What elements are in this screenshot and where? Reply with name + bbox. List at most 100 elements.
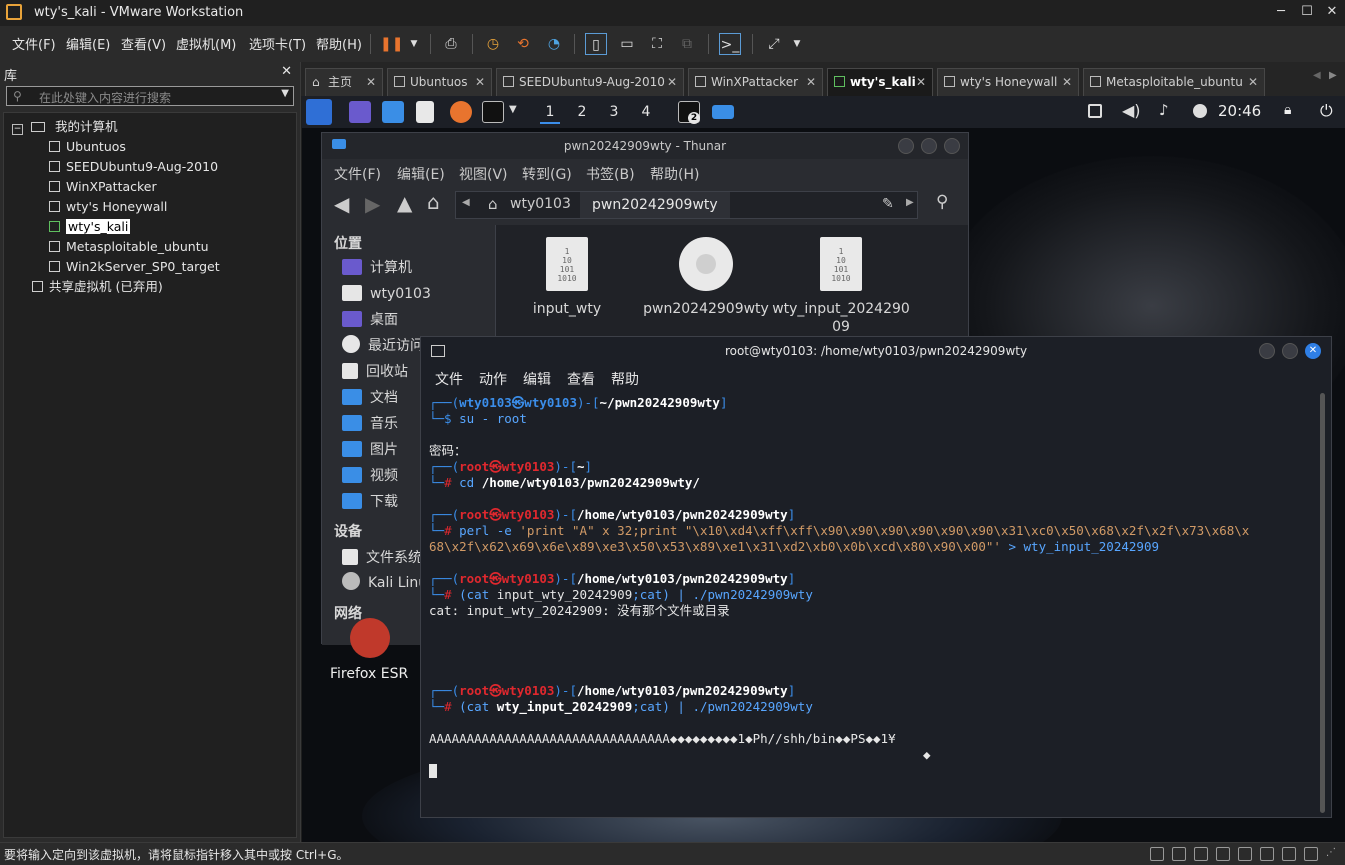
search-icon[interactable]: ⚲ bbox=[936, 192, 948, 212]
tab-close-icon[interactable]: ✕ bbox=[1248, 69, 1258, 95]
show-desktop-icon[interactable] bbox=[349, 101, 371, 123]
folder-task-icon[interactable] bbox=[712, 105, 734, 119]
thunar-menu-go[interactable]: 转到(G) bbox=[522, 164, 572, 184]
tab-kali[interactable]: wty's_kali ✕ bbox=[827, 68, 933, 96]
snapshot-manager-icon[interactable]: ◔ bbox=[543, 33, 565, 55]
chevron-down-icon[interactable]: ▼ bbox=[403, 33, 425, 55]
terminal-menu-help[interactable]: 帮助 bbox=[611, 369, 639, 389]
tab-ubuntuos[interactable]: Ubuntuos ✕ bbox=[387, 68, 492, 96]
tree-vm-honeywall[interactable]: wty's Honeywall bbox=[49, 198, 167, 216]
firefox-icon[interactable] bbox=[450, 101, 472, 123]
tree-vm-ubuntuos[interactable]: Ubuntuos bbox=[49, 138, 126, 156]
path-scroll-left-icon[interactable]: ◀ bbox=[462, 197, 470, 208]
thunar-menu-file[interactable]: 文件(F) bbox=[334, 164, 381, 184]
thunar-menu-help[interactable]: 帮助(H) bbox=[650, 164, 699, 184]
notification-bell-icon[interactable]: ♪ bbox=[1159, 101, 1169, 119]
logout-icon[interactable]: ⏻ bbox=[1320, 101, 1333, 121]
tab-winxpattacker[interactable]: WinXPattacker ✕ bbox=[688, 68, 823, 96]
menu-tabs[interactable]: 选项卡(T) bbox=[249, 34, 306, 53]
binary-file-icon[interactable]: 1 10 101 1010 bbox=[546, 237, 588, 291]
close-icon[interactable]: ✕ bbox=[1321, 3, 1343, 21]
side-home[interactable]: wty0103 bbox=[342, 283, 431, 305]
tab-close-icon[interactable]: ✕ bbox=[806, 69, 816, 95]
unity-icon[interactable]: ⧉ bbox=[676, 33, 698, 55]
menu-file[interactable]: 文件(F) bbox=[12, 34, 56, 53]
minimize-icon[interactable]: ─ bbox=[1270, 3, 1292, 21]
pause-icon[interactable]: ❚❚ bbox=[380, 33, 403, 55]
menu-vm[interactable]: 虚拟机(M) bbox=[176, 34, 236, 53]
up-icon[interactable]: ▲ bbox=[397, 191, 412, 215]
side-pictures[interactable]: 图片 bbox=[342, 439, 398, 461]
side-music[interactable]: 音乐 bbox=[342, 413, 398, 435]
revert-snapshot-icon[interactable]: ⟲ bbox=[512, 33, 534, 55]
side-documents[interactable]: 文档 bbox=[342, 387, 398, 409]
back-icon[interactable]: ◀ bbox=[334, 192, 349, 216]
search-dropdown-icon[interactable]: ▼ bbox=[281, 88, 289, 99]
tree-vm-winxpattacker[interactable]: WinXPattacker bbox=[49, 178, 157, 196]
cdrom-status-icon[interactable] bbox=[1172, 847, 1186, 861]
file-label[interactable]: wty_input_2024290 bbox=[771, 301, 911, 317]
tab-scroll-left-icon[interactable]: ◀ bbox=[1313, 70, 1321, 81]
tab-seedubuntu[interactable]: SEEDUbuntu9-Aug-2010 ✕ bbox=[496, 68, 684, 96]
collapse-icon[interactable]: − bbox=[12, 124, 23, 135]
side-videos[interactable]: 视频 bbox=[342, 465, 398, 487]
sound-status-icon[interactable] bbox=[1238, 847, 1252, 861]
firefox-desktop-icon[interactable] bbox=[350, 618, 390, 658]
tab-honeywall[interactable]: wty's Honeywall ✕ bbox=[937, 68, 1079, 96]
fullscreen-icon[interactable]: ⛶ bbox=[646, 33, 668, 55]
display-status-icon[interactable] bbox=[1282, 847, 1296, 861]
path-scroll-right-icon[interactable]: ▶ bbox=[906, 197, 914, 208]
library-toggle-icon[interactable]: ▯ bbox=[585, 33, 607, 55]
workspace-1[interactable]: 1 bbox=[540, 102, 560, 124]
tab-close-icon[interactable]: ✕ bbox=[1062, 69, 1072, 95]
maximize-icon[interactable]: ☐ bbox=[1296, 3, 1318, 21]
path-segment-current[interactable]: pwn20242909wty bbox=[580, 192, 730, 218]
terminal-scrollbar[interactable] bbox=[1320, 393, 1325, 813]
terminal-menu-file[interactable]: 文件 bbox=[435, 369, 463, 389]
thumbnail-icon[interactable]: ▭ bbox=[616, 33, 638, 55]
power-manager-icon[interactable] bbox=[1193, 104, 1207, 118]
terminal-launcher-icon[interactable] bbox=[482, 101, 504, 123]
workspace-4[interactable]: 4 bbox=[636, 102, 656, 122]
tab-home[interactable]: ⌂ 主页 ✕ bbox=[305, 68, 383, 96]
tree-vm-kali[interactable]: wty's_kali bbox=[49, 218, 131, 236]
tab-close-icon[interactable]: ✕ bbox=[475, 69, 485, 95]
side-trash[interactable]: 回收站 bbox=[342, 361, 408, 383]
thunar-close-button[interactable] bbox=[944, 138, 960, 154]
thunar-maximize-button[interactable] bbox=[921, 138, 937, 154]
home-icon[interactable]: ⌂ bbox=[427, 190, 440, 214]
binary-file-icon[interactable]: 1 10 101 1010 bbox=[820, 237, 862, 291]
path-segment-home[interactable]: wty0103 bbox=[510, 196, 571, 212]
text-editor-icon[interactable] bbox=[416, 101, 434, 123]
thunar-menu-bookmarks[interactable]: 书签(B) bbox=[586, 164, 635, 184]
tree-vm-metasploitable[interactable]: Metasploitable_ubuntu bbox=[49, 238, 209, 256]
network-status-icon[interactable] bbox=[1194, 847, 1208, 861]
menu-edit[interactable]: 编辑(E) bbox=[66, 34, 110, 53]
send-keys-icon[interactable]: ⎙ bbox=[440, 33, 462, 55]
tab-close-icon[interactable]: ✕ bbox=[916, 69, 926, 95]
volume-icon[interactable]: ◀) bbox=[1122, 101, 1141, 120]
firefox-desktop-label[interactable]: Firefox ESR bbox=[330, 666, 408, 682]
kali-menu-icon[interactable] bbox=[306, 99, 332, 125]
hdd-status-icon[interactable] bbox=[1150, 847, 1164, 861]
vm-screen[interactable]: ▼ 1 2 3 4 2 ◀) ♪ 20:46 🔒︎ ⏻ pwn20242909w… bbox=[302, 96, 1345, 842]
workspace-3[interactable]: 3 bbox=[604, 102, 624, 122]
edit-path-icon[interactable]: ✎ bbox=[882, 196, 894, 212]
terminal-menu-view[interactable]: 查看 bbox=[567, 369, 595, 389]
tab-metasploitable[interactable]: Metasploitable_ubuntu ✕ bbox=[1083, 68, 1265, 96]
usb-status-icon[interactable] bbox=[1216, 847, 1230, 861]
console-view-icon[interactable]: >_ bbox=[719, 33, 741, 55]
executable-gear-icon[interactable] bbox=[679, 237, 733, 291]
message-status-icon[interactable] bbox=[1304, 847, 1318, 861]
stretch-dropdown-icon[interactable]: ▼ bbox=[786, 33, 808, 55]
tree-root[interactable]: − 我的计算机 bbox=[12, 118, 117, 136]
lock-icon[interactable]: 🔒︎ bbox=[1284, 102, 1291, 118]
terminal-menu-actions[interactable]: 动作 bbox=[479, 369, 507, 389]
tab-close-icon[interactable]: ✕ bbox=[667, 69, 677, 95]
launcher-dropdown-icon[interactable]: ▼ bbox=[509, 104, 517, 115]
file-manager-icon[interactable] bbox=[382, 101, 404, 123]
menu-help[interactable]: 帮助(H) bbox=[316, 34, 362, 53]
file-label[interactable]: input_wty bbox=[497, 301, 637, 317]
terminal-output[interactable]: ┌──(wty0103㉿wty0103)-[~/pwn20242909wty] … bbox=[429, 395, 1309, 815]
tree-vm-win2k[interactable]: Win2kServer_SP0_target bbox=[49, 258, 220, 276]
